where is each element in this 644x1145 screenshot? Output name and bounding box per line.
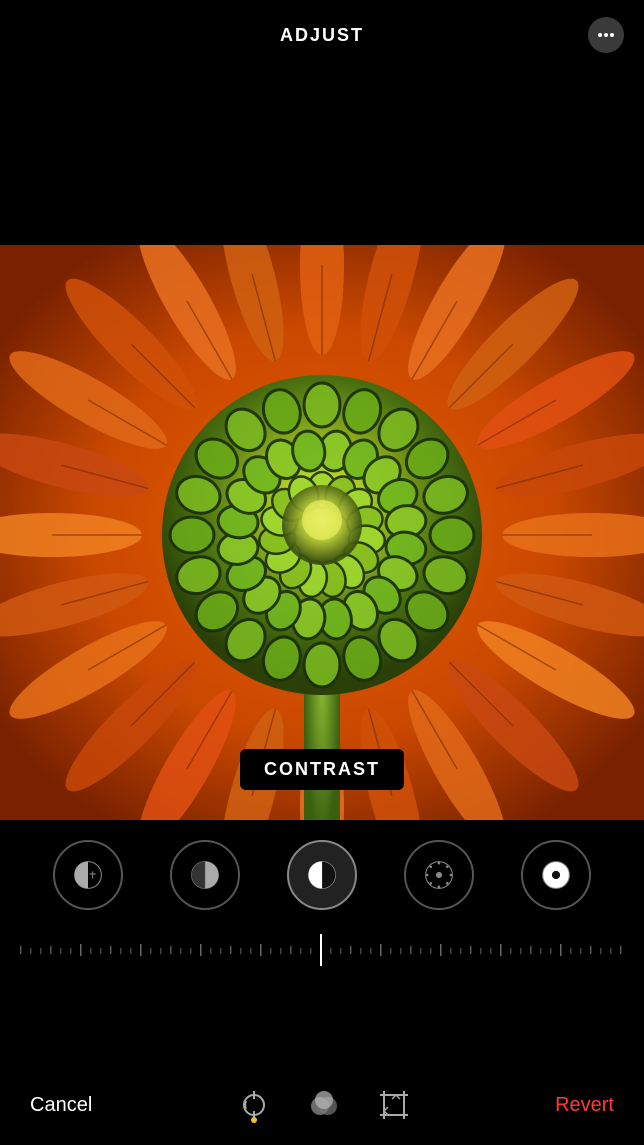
- black-point-tool-button[interactable]: [521, 840, 591, 910]
- bottom-center-icons: [234, 1085, 414, 1125]
- brightness-tool-button[interactable]: [404, 840, 474, 910]
- color-icon: [306, 1087, 342, 1123]
- black-bar-top: [0, 70, 644, 245]
- brilliance-tool-button[interactable]: [170, 840, 240, 910]
- tick-marks-svg: [20, 930, 624, 970]
- crop-icon: [376, 1087, 412, 1123]
- page-title: ADJUST: [280, 25, 364, 46]
- bottom-bar: Cancel: [0, 1065, 644, 1145]
- revert-button[interactable]: Revert: [555, 1094, 614, 1117]
- color-icon-button[interactable]: [304, 1085, 344, 1125]
- header: ADJUST: [0, 0, 644, 70]
- flower-image: [0, 245, 644, 820]
- crop-icon-button[interactable]: [374, 1085, 414, 1125]
- more-dots-icon: [598, 33, 614, 37]
- contrast-tool-button[interactable]: [287, 840, 357, 910]
- more-button[interactable]: [588, 17, 624, 53]
- image-area: CONTRAST: [0, 245, 644, 820]
- tools-row: [0, 820, 644, 920]
- slider-area[interactable]: [0, 920, 644, 990]
- adjust-icon-button[interactable]: [234, 1085, 274, 1125]
- controls-area: [0, 820, 644, 1050]
- cancel-button[interactable]: Cancel: [30, 1094, 92, 1117]
- adjust-icon: [236, 1087, 272, 1123]
- slider-track[interactable]: [20, 930, 624, 970]
- exposure-tool-button[interactable]: [53, 840, 123, 910]
- contrast-label: CONTRAST: [240, 749, 404, 790]
